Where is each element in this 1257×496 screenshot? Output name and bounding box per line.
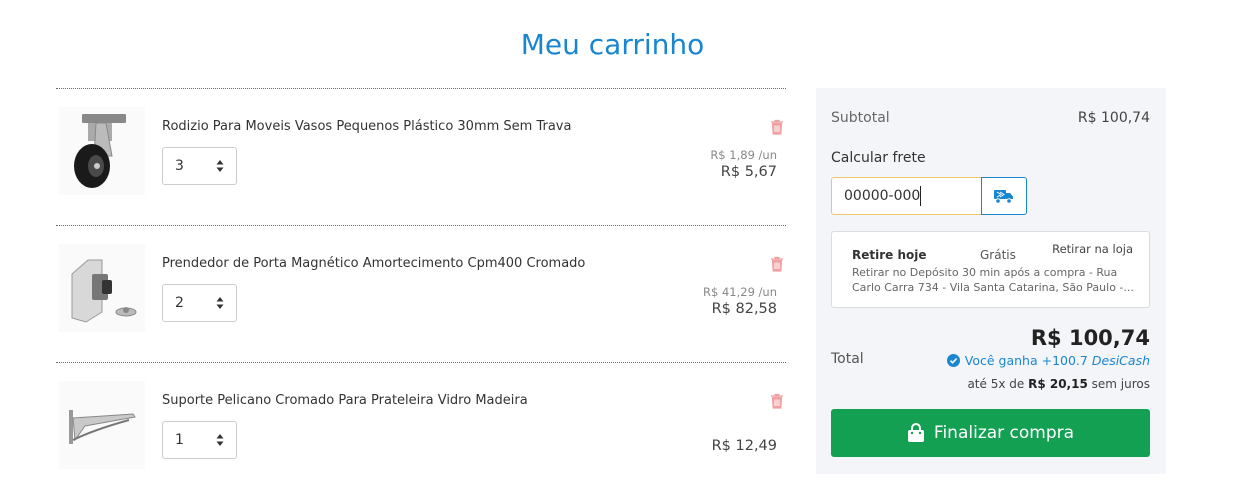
cep-input[interactable] — [831, 177, 982, 215]
caster-wheel-image[interactable] — [59, 107, 145, 195]
cashback-text: Você ganha +100.7 — [964, 353, 1088, 368]
shopping-bag-icon — [907, 423, 924, 442]
item-name[interactable]: Rodizio Para Moveis Vasos Pequenos Plást… — [162, 119, 571, 134]
trash-icon[interactable] — [770, 119, 784, 135]
order-summary: Subtotal R$ 100,74 Calcular frete Retire… — [816, 88, 1166, 474]
unit-price: R$ 41,29 /un — [703, 285, 777, 299]
sort-arrows-icon — [216, 434, 224, 446]
cart-item: Rodizio Para Moveis Vasos Pequenos Plást… — [56, 88, 786, 225]
sort-arrows-icon — [216, 297, 224, 309]
page-title: Meu carrinho — [520, 28, 705, 61]
item-total-price: R$ 82,58 — [711, 301, 777, 317]
quantity-value: 1 — [175, 432, 184, 448]
total-label: Total — [831, 351, 864, 367]
shipping-option-price: Grátis — [980, 248, 1016, 262]
check-circle-icon — [946, 354, 960, 367]
installments-info: até 5x de R$ 20,15 sem juros — [967, 377, 1150, 391]
item-name[interactable]: Prendedor de Porta Magnético Amortecimen… — [162, 256, 585, 271]
calculate-shipping-button[interactable] — [981, 177, 1027, 215]
cart-list: Rodizio Para Moveis Vasos Pequenos Plást… — [56, 88, 786, 496]
cart-item: Suporte Pelicano Cromado Para Prateleira… — [56, 362, 786, 496]
quantity-value: 2 — [175, 295, 184, 311]
quantity-select[interactable]: 2 — [162, 284, 237, 322]
shipping-label: Calcular frete — [831, 150, 926, 166]
subtotal-label: Subtotal — [831, 110, 890, 126]
item-total-price: R$ 12,49 — [711, 438, 777, 454]
truck-icon — [994, 189, 1013, 204]
total-value: R$ 100,74 — [1030, 326, 1150, 350]
installments-prefix: até 5x de — [967, 377, 1025, 391]
unit-price: R$ 1,89 /un — [710, 148, 777, 162]
shipping-option-description: Retirar no Depósito 30 min após a compra… — [852, 266, 1134, 294]
quantity-select[interactable]: 3 — [162, 147, 237, 185]
checkout-label: Finalizar compra — [933, 423, 1075, 443]
shipping-option-card[interactable]: Retire hoje Grátis Retirar na loja Retir… — [831, 231, 1150, 308]
item-name[interactable]: Suporte Pelicano Cromado Para Prateleira… — [162, 393, 528, 408]
quantity-select[interactable]: 1 — [162, 421, 237, 459]
cashback-brand: DesiCash — [1091, 353, 1150, 368]
installments-value: R$ 20,15 — [1028, 377, 1088, 391]
cashback-info: Você ganha +100.7 DesiCash — [946, 353, 1150, 368]
trash-icon[interactable] — [770, 256, 784, 272]
checkout-button[interactable]: Finalizar compra — [831, 409, 1150, 457]
door-stopper-image[interactable] — [59, 244, 145, 332]
subtotal-value: R$ 100,74 — [1077, 110, 1150, 126]
shipping-option-title: Retire hoje — [852, 248, 927, 262]
quantity-value: 3 — [175, 158, 184, 174]
shipping-option-tag: Retirar na loja — [1052, 242, 1133, 256]
item-total-price: R$ 5,67 — [720, 164, 777, 180]
cart-item: Prendedor de Porta Magnético Amortecimen… — [56, 225, 786, 362]
sort-arrows-icon — [216, 160, 224, 172]
shelf-bracket-image[interactable] — [59, 381, 145, 469]
text-cursor — [920, 186, 921, 206]
installments-suffix: sem juros — [1091, 377, 1150, 391]
trash-icon[interactable] — [770, 393, 784, 409]
